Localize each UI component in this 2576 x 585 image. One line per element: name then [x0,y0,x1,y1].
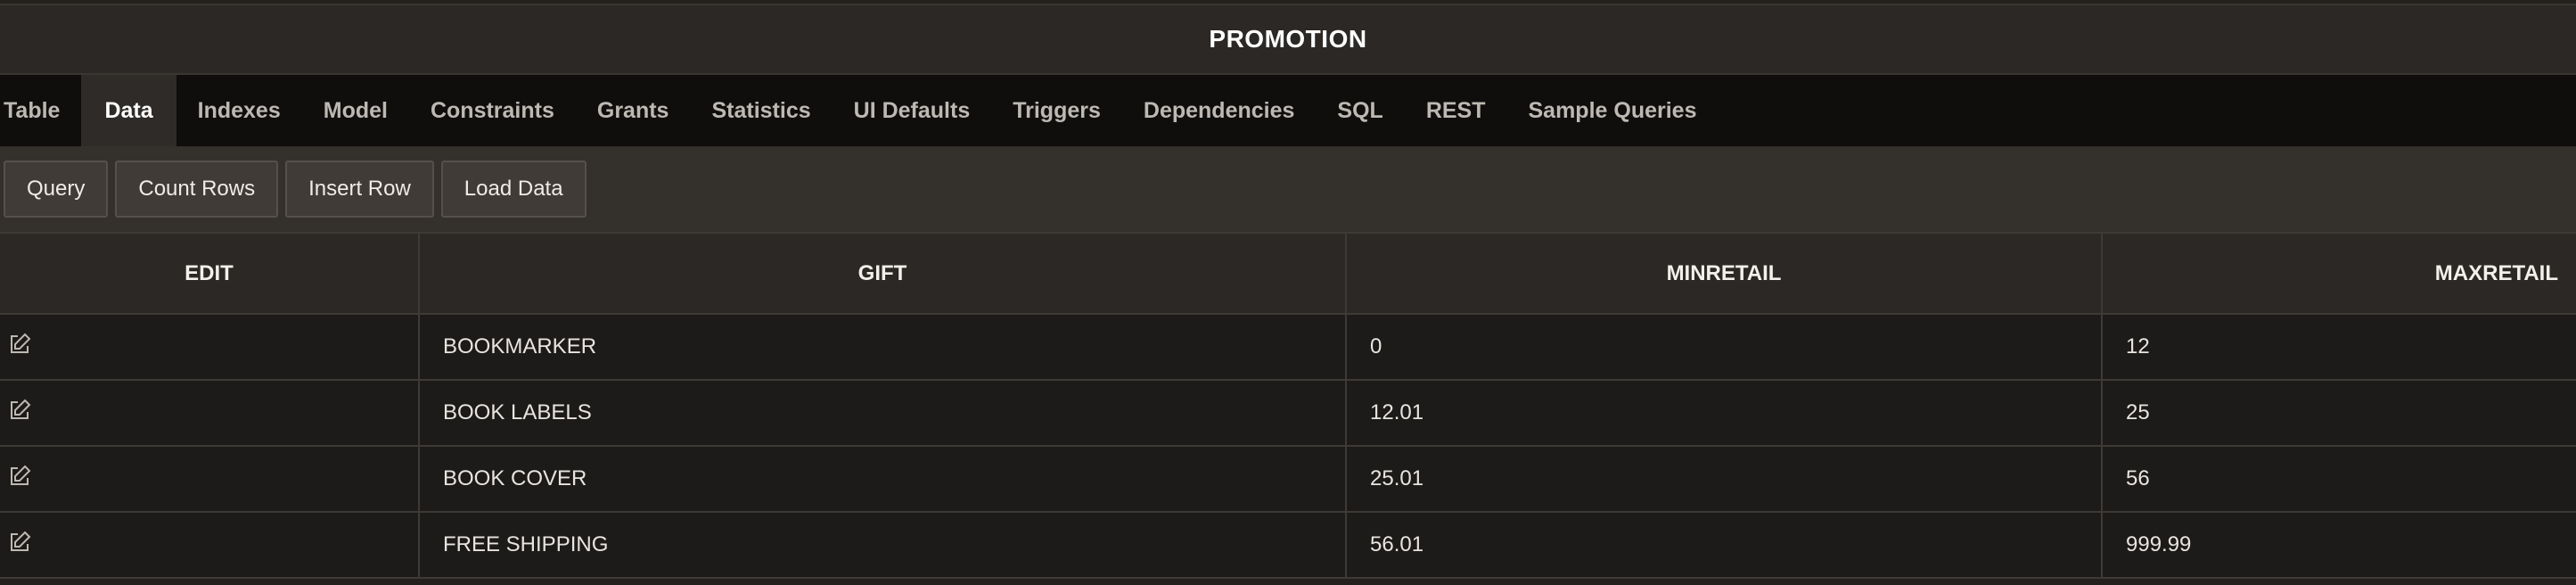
edit-icon[interactable] [7,464,32,489]
tab-triggers[interactable]: Triggers [991,75,1122,146]
tab-table[interactable]: Table [0,75,81,146]
tab-sample-queries[interactable]: Sample Queries [1507,75,1719,146]
edit-cell [0,314,420,381]
tab-dependencies[interactable]: Dependencies [1122,75,1317,146]
tab-indexes[interactable]: Indexes [176,75,302,146]
column-header-edit[interactable]: EDIT [0,234,420,315]
tab-grants[interactable]: Grants [576,75,691,146]
cell-gift: BOOKMARKER [419,314,1347,381]
cell-gift: BOOK LABELS [419,380,1347,447]
tab-constraints[interactable]: Constraints [409,75,576,146]
column-header-gift[interactable]: GIFT [419,234,1347,315]
column-header-minretail[interactable]: MINRETAIL [1346,234,2103,315]
tab-sql[interactable]: SQL [1316,75,1404,146]
cell-maxretail: 56 [2102,446,2576,513]
edit-cell [0,512,420,579]
edit-icon[interactable] [7,398,32,423]
table-row: FREE SHIPPING 56.01 999.99 [0,512,2576,579]
app-frame: PROMOTION Table Data Indexes Model Const… [0,0,2576,585]
edit-icon[interactable] [7,530,32,555]
cell-maxretail: 999.99 [2102,512,2576,579]
tab-ui-defaults[interactable]: UI Defaults [833,75,992,146]
cell-gift: FREE SHIPPING [419,512,1347,579]
column-header-maxretail[interactable]: MAXRETAIL [2102,234,2576,315]
table-row: BOOK COVER 25.01 56 [0,446,2576,513]
count-rows-button[interactable]: Count Rows [115,161,279,218]
cell-maxretail: 12 [2102,314,2576,381]
title-bar: PROMOTION [0,4,2576,75]
cell-minretail: 12.01 [1346,380,2103,447]
load-data-button[interactable]: Load Data [440,161,587,218]
table-row: BOOK LABELS 12.01 25 [0,380,2576,447]
data-toolbar: Query Count Rows Insert Row Load Data [0,146,2576,234]
edit-cell [0,446,420,513]
tab-model[interactable]: Model [302,75,409,146]
query-button[interactable]: Query [4,161,109,218]
data-grid: EDIT GIFT MINRETAIL MAXRETAIL BOOKMARKER [0,234,2576,579]
cell-gift: BOOK COVER [419,446,1347,513]
tab-rest[interactable]: REST [1405,75,1507,146]
edit-icon[interactable] [7,332,32,357]
cell-minretail: 25.01 [1346,446,2103,513]
page-title: PROMOTION [1209,25,1367,53]
tab-statistics[interactable]: Statistics [690,75,832,146]
cell-minretail: 0 [1346,314,2103,381]
edit-cell [0,380,420,447]
grid-header-row: EDIT GIFT MINRETAIL MAXRETAIL [0,234,2576,315]
table-row: BOOKMARKER 0 12 [0,314,2576,381]
tab-bar: Table Data Indexes Model Constraints Gra… [0,75,2576,146]
tab-data[interactable]: Data [81,75,176,146]
insert-row-button[interactable]: Insert Row [285,161,434,218]
cell-minretail: 56.01 [1346,512,2103,579]
cell-maxretail: 25 [2102,380,2576,447]
